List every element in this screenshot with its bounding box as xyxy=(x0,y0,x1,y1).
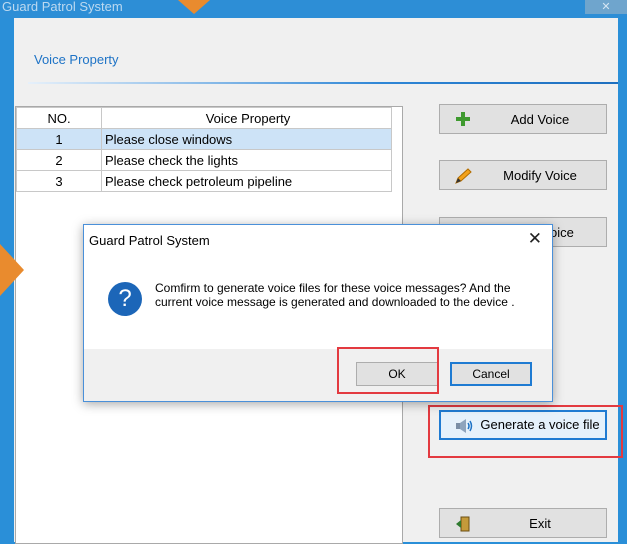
row-number: 3 xyxy=(16,170,102,192)
row-number: 1 xyxy=(16,128,102,150)
row-voice-property: Please check the lights xyxy=(101,149,392,171)
table-header-row: NO. Voice Property xyxy=(16,107,392,129)
annotation-arrow-top xyxy=(178,0,210,14)
plus-icon xyxy=(454,112,472,128)
row-voice-property: Please check petroleum pipeline xyxy=(101,170,392,192)
window-title-bar: Guard Patrol System xyxy=(0,0,627,18)
add-voice-label: Add Voice xyxy=(510,112,570,127)
column-header-no[interactable]: NO. xyxy=(16,107,102,129)
delete-voice-label: oice xyxy=(550,225,574,240)
section-divider xyxy=(28,82,618,84)
window-close-button[interactable]: ✕ xyxy=(585,0,627,14)
section-title: Voice Property xyxy=(34,52,119,67)
dialog-footer: OK Cancel xyxy=(84,349,552,401)
confirm-dialog: Guard Patrol System ✕ ? Comfirm to gener… xyxy=(83,224,553,402)
window-title: Guard Patrol System xyxy=(2,0,123,14)
highlight-box-ok xyxy=(337,347,439,394)
add-voice-button[interactable]: Add Voice xyxy=(439,104,607,134)
question-icon: ? xyxy=(108,282,142,316)
dialog-message: Comfirm to generate voice files for thes… xyxy=(155,281,515,309)
cancel-button[interactable]: Cancel xyxy=(450,362,532,386)
modify-voice-label: Modify Voice xyxy=(503,168,577,183)
exit-door-icon xyxy=(454,516,472,532)
dialog-title: Guard Patrol System xyxy=(89,233,210,248)
table-row[interactable]: 2 Please check the lights xyxy=(16,149,392,171)
highlight-box-generate xyxy=(428,405,623,458)
table-row[interactable]: 1 Please close windows xyxy=(16,128,392,150)
annotation-arrow-left xyxy=(0,244,24,296)
exit-label: Exit xyxy=(529,516,551,531)
pencil-icon xyxy=(454,168,472,184)
exit-button[interactable]: Exit xyxy=(439,508,607,538)
row-voice-property: Please close windows xyxy=(101,128,392,150)
modify-voice-button[interactable]: Modify Voice xyxy=(439,160,607,190)
row-number: 2 xyxy=(16,149,102,171)
column-header-voice-property[interactable]: Voice Property xyxy=(101,107,392,129)
table-row[interactable]: 3 Please check petroleum pipeline xyxy=(16,170,392,192)
dialog-close-icon[interactable]: ✕ xyxy=(528,229,542,249)
